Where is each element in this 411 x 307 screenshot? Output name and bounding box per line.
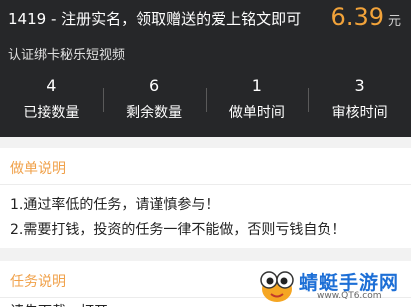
- stat-value: 4: [46, 76, 57, 95]
- instruction-line: 2.需要打钱，投资的任务一律不能做，否则亏钱自负！: [10, 222, 346, 238]
- task-subtitle: 认证绑卡秘乐短视频: [8, 48, 126, 63]
- site-watermark: 蜻蜓手游网 www.QT6.com: [257, 267, 407, 303]
- stat-value: 1: [251, 76, 262, 95]
- stat-label: 已接数量: [23, 105, 80, 121]
- stat-value: 3: [354, 76, 365, 95]
- stat-label: 剩余数量: [126, 105, 183, 121]
- stat-value: 6: [149, 76, 160, 95]
- task-description-text: 请先下载，打开: [10, 301, 108, 307]
- watermark-url: www.QT6.com: [317, 291, 382, 301]
- stat-label: 审核时间: [331, 105, 388, 121]
- dragonfly-logo-icon: [260, 271, 294, 302]
- stat-label: 做单时间: [228, 105, 285, 121]
- instructions-card: 做单说明 1.通过率低的任务，请谨慎参与！ 2.需要打钱，投资的任务一律不能做，…: [0, 148, 411, 248]
- instructions-title: 做单说明: [10, 161, 66, 177]
- task-stats: 4 已接数量 6 剩余数量 1 做单时间 3 审核时间: [0, 74, 411, 130]
- task-title: 1419 - 注册实名，领取赠送的爱上铭文即可: [8, 10, 302, 28]
- task-price: 6.39 元: [331, 3, 401, 31]
- price-value: 6.39: [330, 3, 384, 31]
- stat-accepted: 4 已接数量: [0, 74, 103, 130]
- stat-review-time: 3 审核时间: [308, 74, 411, 130]
- price-unit: 元: [387, 14, 401, 29]
- instruction-line: 1.通过率低的任务，请谨慎参与！: [10, 197, 220, 213]
- stat-work-time: 1 做单时间: [205, 74, 309, 130]
- task-header: 1419 - 注册实名，领取赠送的爱上铭文即可 6.39 元 认证绑卡秘乐短视频 …: [0, 0, 411, 137]
- stat-remaining: 6 剩余数量: [102, 74, 206, 130]
- task-description-title: 任务说明: [10, 274, 66, 290]
- card-divider: [0, 184, 411, 185]
